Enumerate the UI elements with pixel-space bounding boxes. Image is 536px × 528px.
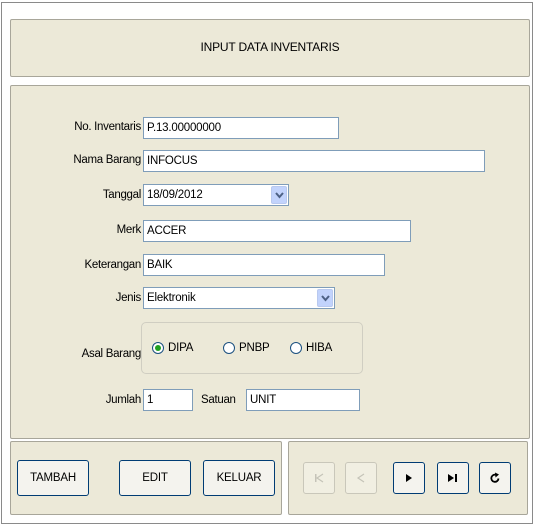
radio-hiba[interactable]: HIBA [290, 342, 332, 354]
chevron-down-icon[interactable] [317, 289, 333, 307]
record-navigation-panel [288, 441, 528, 515]
no-inventaris-field[interactable]: P.13.00000000 [143, 117, 339, 139]
edit-button[interactable]: EDIT [119, 460, 191, 496]
last-record-icon [448, 474, 457, 482]
radio-pnbp[interactable]: PNBP [223, 342, 270, 354]
jumlah-field[interactable]: 1 [143, 389, 193, 411]
jenis-label: Jenis [115, 292, 142, 304]
jenis-value: Elektronik [147, 292, 196, 304]
keterangan-label: Keterangan [84, 259, 142, 271]
merk-label: Merk [116, 224, 142, 236]
tambah-button[interactable]: TAMBAH [17, 460, 89, 496]
refresh-button[interactable] [479, 462, 511, 494]
action-button-panel: TAMBAH EDIT KELUAR [10, 441, 282, 515]
header-panel: INPUT DATA INVENTARIS [10, 19, 530, 77]
last-record-button[interactable] [437, 462, 469, 494]
satuan-label: Satuan [201, 394, 236, 406]
radio-selected-icon [152, 342, 164, 354]
radio-dipa[interactable]: DIPA [152, 342, 193, 354]
jumlah-label: Jumlah [105, 394, 142, 406]
radio-unselected-icon [290, 342, 302, 354]
merk-field[interactable]: ACCER [143, 220, 411, 242]
previous-record-icon [356, 473, 365, 483]
radio-dipa-label: DIPA [168, 342, 194, 354]
keterangan-field[interactable]: BAIK [143, 254, 385, 276]
tanggal-datepicker[interactable]: 18/09/2012 [143, 184, 289, 206]
previous-record-button[interactable] [345, 462, 377, 494]
form-title: INPUT DATA INVENTARIS [200, 40, 340, 54]
next-record-icon [406, 474, 412, 482]
refresh-icon [490, 472, 500, 483]
asal-barang-radio-group: DIPA PNBP HIBA [141, 322, 363, 374]
jenis-select[interactable]: Elektronik [143, 287, 335, 309]
app-window: INPUT DATA INVENTARIS No. Inventaris P.1… [1, 2, 533, 524]
first-record-button[interactable] [303, 462, 335, 494]
nama-barang-field[interactable]: INFOCUS [143, 150, 485, 172]
keluar-button[interactable]: KELUAR [203, 460, 275, 496]
first-record-icon [315, 473, 324, 483]
satuan-field[interactable]: UNIT [246, 389, 360, 411]
no-inventaris-label: No. Inventaris [74, 121, 141, 133]
asal-barang-label: Asal Barang [81, 348, 142, 360]
tanggal-value: 18/09/2012 [147, 189, 203, 201]
tanggal-label: Tanggal [102, 189, 141, 201]
radio-unselected-icon [223, 342, 235, 354]
radio-pnbp-label: PNBP [239, 342, 270, 354]
form-panel: No. Inventaris P.13.00000000 Nama Barang… [10, 85, 530, 439]
chevron-down-icon[interactable] [271, 186, 287, 204]
nama-barang-label: Nama Barang [73, 154, 141, 166]
radio-hiba-label: HIBA [306, 342, 333, 354]
next-record-button[interactable] [393, 462, 425, 494]
